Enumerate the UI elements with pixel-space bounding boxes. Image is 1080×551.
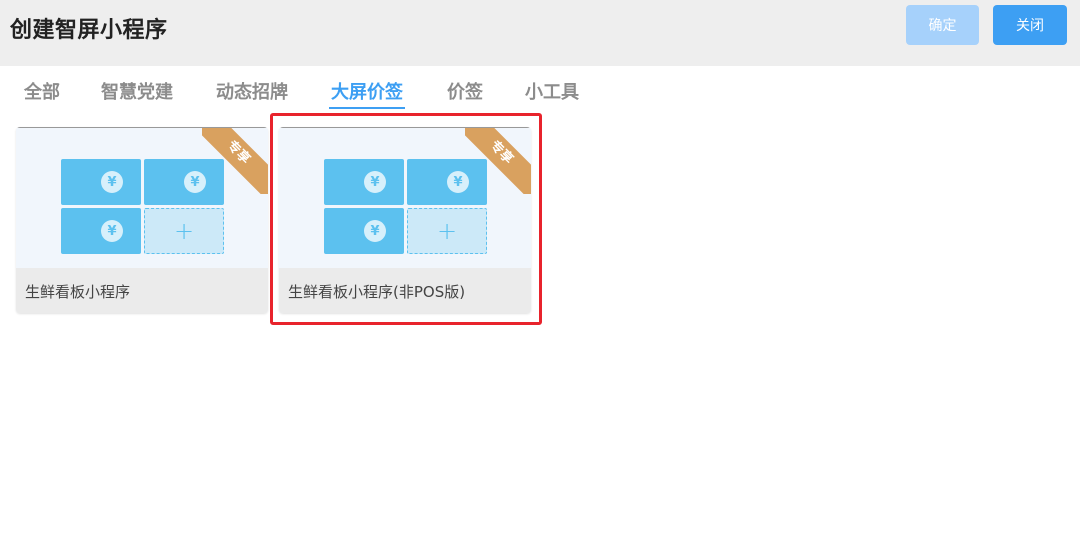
plus-icon: + [436,217,458,245]
confirm-button[interactable]: 确定 [906,5,979,45]
plus-icon: + [173,217,195,245]
card-footer: 生鲜看板小程序(非POS版) [279,268,531,313]
yen-icon: ¥ [364,220,386,242]
yen-icon: ¥ [101,171,123,193]
tab-big-screen-price-tag[interactable]: 大屏价签 [329,80,405,109]
tab-dynamic-signboard[interactable]: 动态招牌 [216,80,288,106]
tab-all[interactable]: 全部 [24,80,60,106]
exclusive-ribbon: 专享 [465,128,531,194]
add-tile: + [144,208,224,254]
tab-smart-party[interactable]: 智慧党建 [101,80,173,106]
exclusive-badge: 专享 [465,128,531,194]
exclusive-badge: 专享 [202,128,268,194]
card-footer: 生鲜看板小程序 [16,268,268,313]
header-bar: 创建智屏小程序 确定 关闭 [0,0,1080,66]
price-tile: ¥ [324,208,404,254]
price-tile: ¥ [324,159,404,205]
tab-price-tag[interactable]: 价签 [447,80,483,106]
card-title: 生鲜看板小程序 [25,283,131,301]
price-tile: ¥ [61,208,141,254]
mini-program-card[interactable]: ¥ ¥ ¥ + 专享 生鲜看板小程序 [16,127,268,313]
tab-tools[interactable]: 小工具 [525,80,579,106]
close-button[interactable]: 关闭 [993,5,1067,45]
mini-program-card-non-pos[interactable]: ¥ ¥ ¥ + 专享 生鲜看板小程序(非POS版) [279,127,531,313]
price-tile: ¥ [61,159,141,205]
yen-icon: ¥ [101,220,123,242]
card-title: 生鲜看板小程序(非POS版) [288,283,466,301]
category-tabs: 全部 智慧党建 动态招牌 大屏价签 价签 小工具 [0,80,1080,110]
yen-icon: ¥ [364,171,386,193]
page-title: 创建智屏小程序 [10,18,168,43]
card-thumbnail: ¥ ¥ ¥ + 专享 [279,127,531,269]
card-thumbnail: ¥ ¥ ¥ + 专享 [16,127,268,269]
add-tile: + [407,208,487,254]
exclusive-ribbon: 专享 [202,128,268,194]
